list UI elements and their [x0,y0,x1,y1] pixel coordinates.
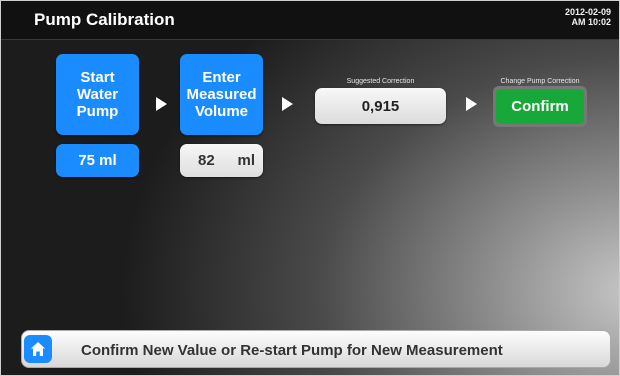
arrow-right-icon [466,97,477,111]
arrow-right-icon [156,97,167,111]
home-icon [31,342,45,356]
date-text: 2012-02-09 [564,7,611,17]
home-button[interactable] [24,335,52,363]
start-water-pump-label: Start Water Pump [76,69,119,120]
page-title: Pump Calibration [34,10,175,29]
measured-volume-value: 82 [198,152,215,169]
confirm-button[interactable]: Confirm [493,86,587,127]
suggested-correction-value: 0,915 [315,88,446,124]
status-message: Confirm New Value or Re-start Pump for N… [81,342,503,359]
suggested-correction-label: Suggested Correction [346,78,415,85]
header-bar: Pump Calibration 2012-02-09 AM 10:02 [1,1,619,40]
start-water-pump-button[interactable]: Start Water Pump [56,54,139,135]
arrow-right-icon [282,97,293,111]
measured-volume-field[interactable]: 82 ml [180,144,263,177]
enter-measured-volume-button[interactable]: Enter Measured Volume [180,54,263,135]
enter-measured-volume-label: Enter Measured Volume [186,69,257,120]
pump-calibration-screen: Pump Calibration 2012-02-09 AM 10:02 Sta… [0,0,620,376]
time-text: AM 10:02 [571,17,611,27]
datetime: 2012-02-09 AM 10:02 [565,7,611,27]
status-bar: Confirm New Value or Re-start Pump for N… [21,330,611,368]
target-volume-button[interactable]: 75 ml [56,144,139,177]
measured-volume-unit: ml [237,152,255,169]
confirm-button-label: Confirm [496,89,584,124]
change-pump-correction-label: Change Pump Correction [500,78,580,85]
